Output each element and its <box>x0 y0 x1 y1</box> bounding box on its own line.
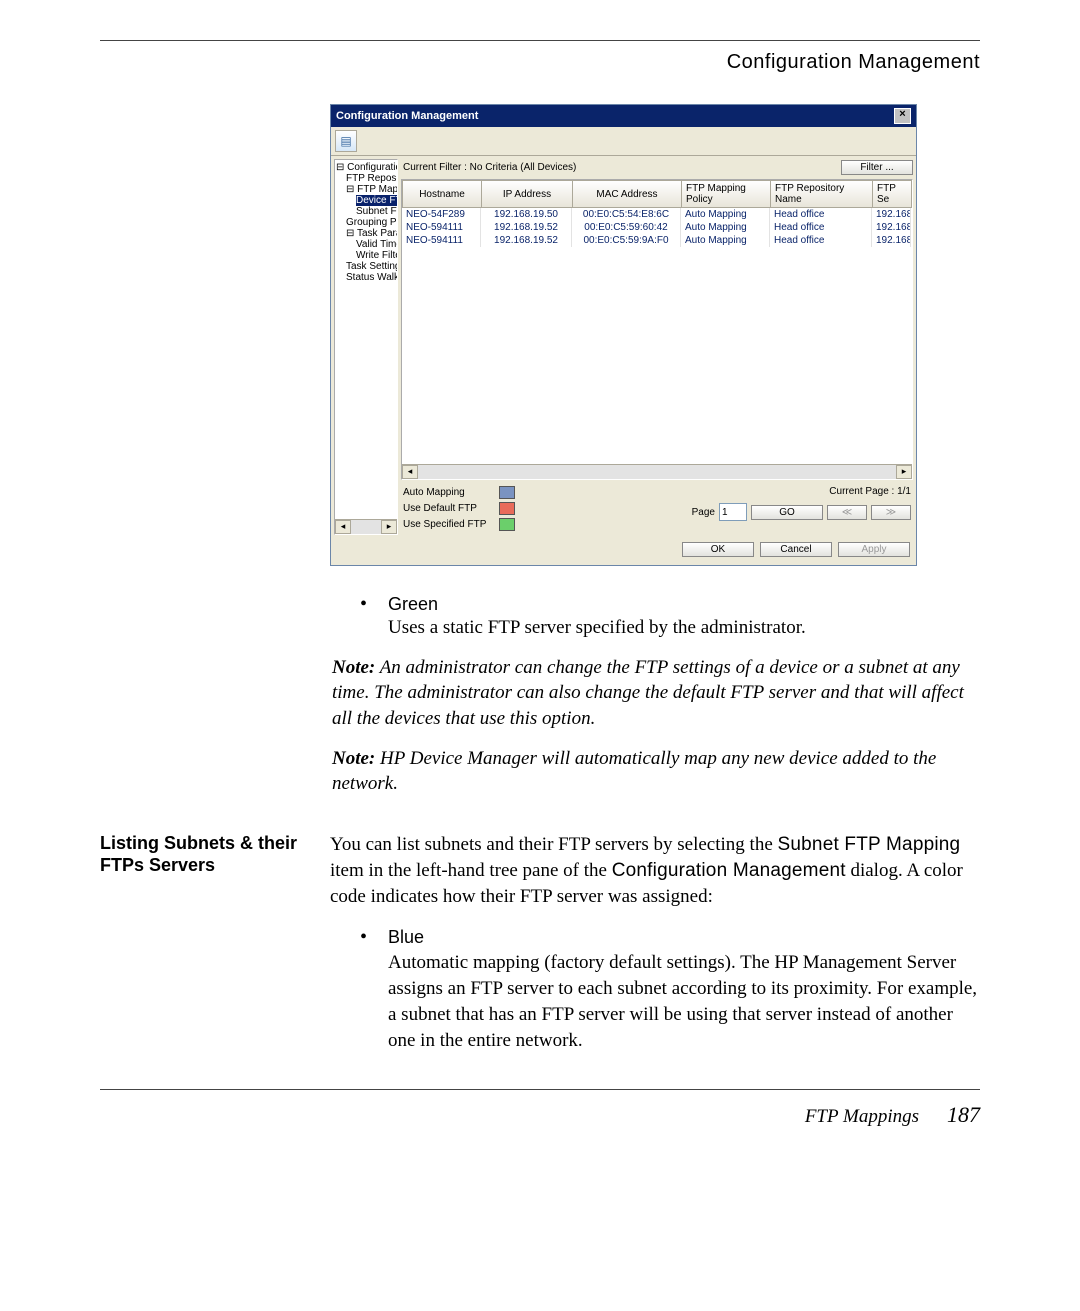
page-header-title: Configuration Management <box>100 51 980 74</box>
prev-page-button[interactable]: ≪ <box>827 505 867 520</box>
close-icon[interactable]: × <box>894 108 911 124</box>
toolbar-icon[interactable]: ▤ <box>335 130 357 152</box>
tree-root[interactable]: Configuration Management <box>336 162 396 173</box>
current-filter-label: Current Filter : No Criteria (All Device… <box>403 162 576 173</box>
config-management-dialog: Configuration Management × ▤ Configurati… <box>330 104 917 566</box>
apply-button[interactable]: Apply <box>838 542 910 557</box>
tree-subnet-ftp-mapping[interactable]: Subnet FTP Mapping <box>336 206 396 217</box>
tree-grouping-property[interactable]: Grouping Property Name <box>336 217 396 228</box>
next-page-button[interactable]: ≫ <box>871 505 911 520</box>
bullet-green-desc: Uses a static FTP server specified by th… <box>388 615 980 641</box>
page-footer: FTP Mappings 187 <box>100 1102 980 1128</box>
footer-section: FTP Mappings <box>805 1106 919 1128</box>
col-repo[interactable]: FTP Repository Name <box>771 180 873 208</box>
tree-pane[interactable]: Configuration Management FTP Repositorie… <box>334 159 398 535</box>
table-row[interactable]: NEO-594111192.168.19.5200:E0:C5:59:9A:F0… <box>402 234 912 247</box>
grid-scroll-left-icon[interactable]: ◂ <box>402 465 418 479</box>
tree-task-settings[interactable]: Task Settings <box>336 261 396 272</box>
tree-status-walker[interactable]: Status Walker Configuration <box>336 272 396 283</box>
tree-task-parameters[interactable]: Task Parameters <box>336 228 396 239</box>
col-hostname[interactable]: Hostname <box>402 180 482 208</box>
footer-page-number: 187 <box>947 1102 980 1128</box>
table-row[interactable]: NEO-54F289192.168.19.5000:E0:C5:54:E8:6C… <box>402 208 912 221</box>
col-ip[interactable]: IP Address <box>482 180 573 208</box>
tree-scrollbar[interactable]: ◂▸ <box>335 519 397 534</box>
device-grid: Hostname IP Address MAC Address FTP Mapp… <box>401 179 913 480</box>
legend-swatch-green <box>499 518 515 531</box>
legend-default-label: Use Default FTP <box>403 503 493 514</box>
note-2: Note: HP Device Manager will automatical… <box>332 746 980 797</box>
dialog-footer: OK Cancel Apply <box>331 538 916 565</box>
scroll-right-icon[interactable]: ▸ <box>381 520 397 534</box>
dialog-titlebar: Configuration Management × <box>331 105 916 127</box>
col-mac[interactable]: MAC Address <box>573 180 682 208</box>
legend-specified-label: Use Specified FTP <box>403 519 493 530</box>
grid-scrollbar[interactable]: ◂▸ <box>402 464 912 479</box>
legend-swatch-red <box>499 502 515 515</box>
page-input[interactable] <box>719 503 747 521</box>
legend: Auto Mapping Use Default FTP Use Specifi… <box>403 486 515 531</box>
current-page-label: Current Page : 1/1 <box>829 486 911 497</box>
pager: Page GO ≪ ≫ <box>692 503 911 521</box>
grid-scroll-right-icon[interactable]: ▸ <box>896 465 912 479</box>
tree-write-filter[interactable]: Write Filter Policy Setting <box>336 250 396 261</box>
note-1: Note: An administrator can change the FT… <box>332 655 980 732</box>
cancel-button[interactable]: Cancel <box>760 542 832 557</box>
tree-valid-time[interactable]: Valid Time and Timeout <box>336 239 396 250</box>
scroll-left-icon[interactable]: ◂ <box>335 520 351 534</box>
col-policy[interactable]: FTP Mapping Policy <box>682 180 771 208</box>
page-label: Page <box>692 507 715 518</box>
tree-device-ftp-mapping[interactable]: Device FTP Mapping <box>356 195 398 206</box>
section-paragraph: You can list subnets and their FTP serve… <box>330 832 980 911</box>
ok-button[interactable]: OK <box>682 542 754 557</box>
col-ftpse[interactable]: FTP Se <box>873 180 912 208</box>
legend-auto-label: Auto Mapping <box>403 487 493 498</box>
legend-swatch-blue <box>499 486 515 499</box>
right-pane: Current Filter : No Criteria (All Device… <box>401 159 913 535</box>
dialog-toolbar: ▤ <box>331 127 916 156</box>
grid-header: Hostname IP Address MAC Address FTP Mapp… <box>402 180 912 208</box>
tree-ftp-mappings[interactable]: FTP Mappings <box>336 184 396 195</box>
bullet-blue-desc: Automatic mapping (factory default setti… <box>388 950 980 1055</box>
tree-ftp-repositories[interactable]: FTP Repositories <box>336 173 396 184</box>
table-row[interactable]: NEO-594111192.168.19.5200:E0:C5:59:60:42… <box>402 221 912 234</box>
bullet-blue-label: Blue <box>388 927 424 948</box>
filter-button[interactable]: Filter ... <box>841 160 913 175</box>
section-heading: Listing Subnets & their FTPs Servers <box>100 832 330 911</box>
bullet-green-label: Green <box>388 594 438 615</box>
dialog-title: Configuration Management <box>336 110 478 122</box>
go-button[interactable]: GO <box>751 505 823 520</box>
